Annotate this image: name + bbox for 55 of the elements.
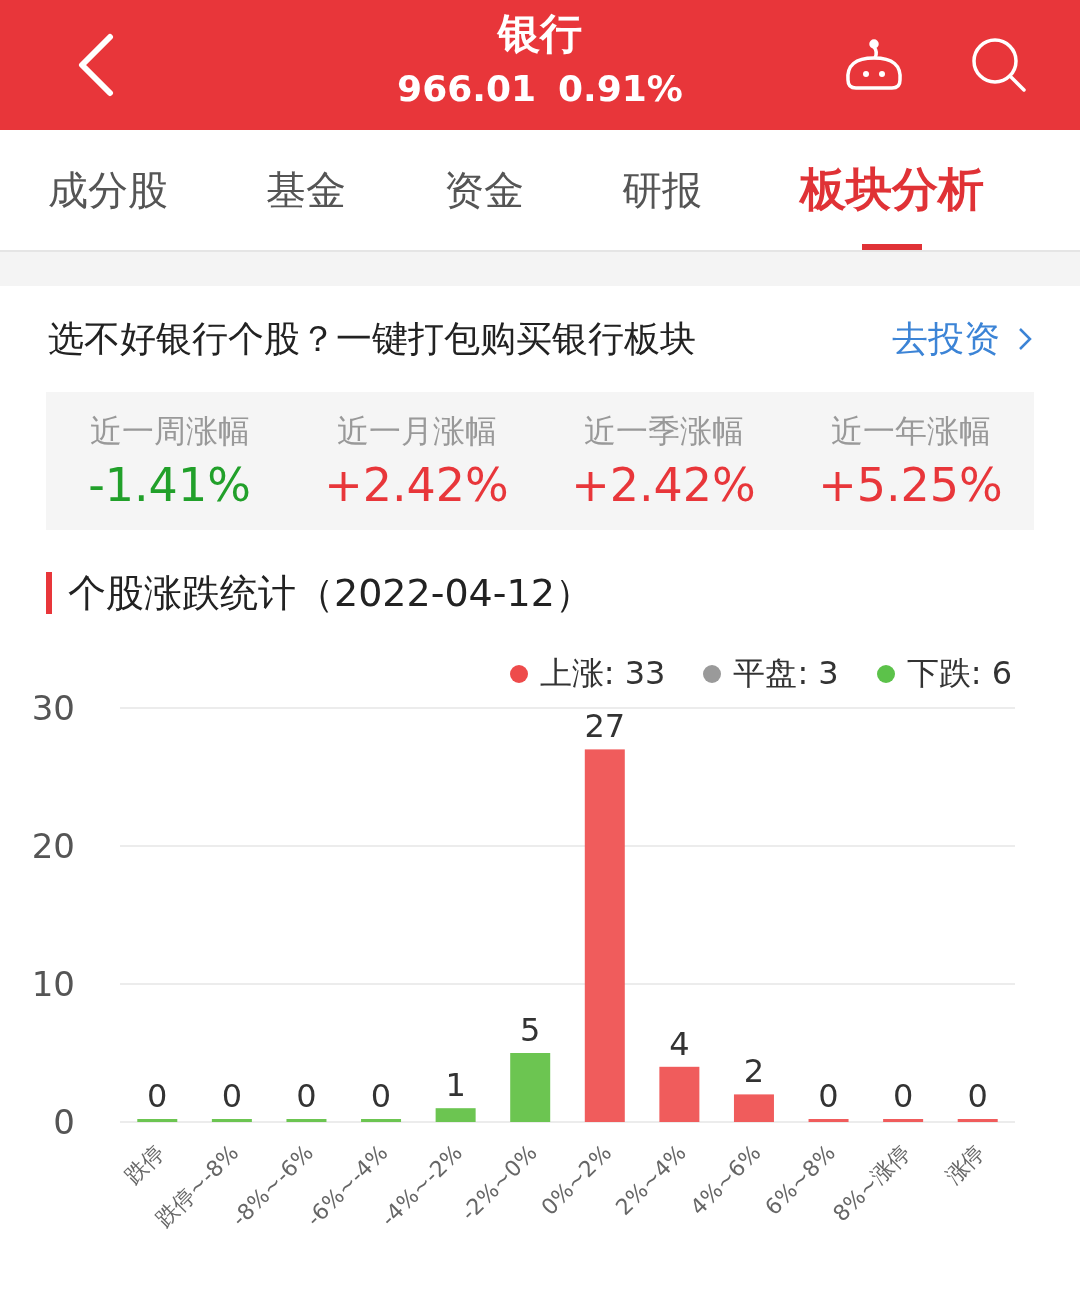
tab[interactable]: 研报 <box>622 130 702 250</box>
bar-value-label: 4 <box>669 1024 690 1063</box>
index-change: 0.91% <box>558 68 683 109</box>
period-label: 近一季涨幅 <box>583 411 744 452</box>
tab[interactable]: 资金 <box>444 130 524 250</box>
legend-label: 下跌: 6 <box>906 653 1012 694</box>
period-return: -1.41% <box>88 458 251 512</box>
bar <box>361 1119 402 1122</box>
bar <box>808 1119 849 1122</box>
bar <box>211 1119 252 1122</box>
bar <box>435 1108 476 1122</box>
invest-link[interactable]: 去投资 <box>892 314 1032 364</box>
bar <box>957 1119 998 1122</box>
index-price: 966.01 <box>397 68 536 109</box>
bar-value-label: 0 <box>370 1077 392 1115</box>
legend-label: 上涨: 33 <box>539 653 666 694</box>
axis-tick-label: 0 <box>53 1102 75 1142</box>
bar <box>286 1119 327 1122</box>
period-label: 近一月涨幅 <box>336 411 497 452</box>
bar-value-label: 2 <box>743 1052 765 1091</box>
sector-title: 银行 <box>498 8 582 60</box>
category-label: 跌停 <box>120 1139 169 1189</box>
bar-value-label: 0 <box>818 1077 839 1115</box>
tab[interactable]: 基金 <box>266 130 346 250</box>
bar <box>510 1053 551 1122</box>
bar <box>733 1094 774 1122</box>
chevron-icon <box>1018 327 1032 351</box>
search-icon[interactable] <box>970 36 1028 94</box>
bar-value-label: 0 <box>967 1077 988 1115</box>
bar-value-label: 0 <box>147 1077 168 1115</box>
category-label: 涨停 <box>940 1139 990 1189</box>
bar-value-label: 5 <box>520 1011 541 1049</box>
period-return: +5.25% <box>818 458 1003 512</box>
bar-value-label: 0 <box>296 1077 317 1115</box>
axis-tick-label: 10 <box>31 964 75 1004</box>
section-marker <box>46 572 52 614</box>
axis-tick-label: 20 <box>31 826 75 866</box>
bar-value-label: 0 <box>221 1077 243 1115</box>
tab[interactable]: 成分股 <box>48 130 168 250</box>
bar-value-label: 27 <box>584 707 626 746</box>
bar-value-label: 1 <box>445 1066 466 1105</box>
bar-value-label: 0 <box>892 1077 914 1115</box>
back-icon[interactable] <box>76 33 116 97</box>
bar <box>883 1119 924 1122</box>
promo-text: 选不好银行个股？一键打包购买银行板块 <box>48 316 696 361</box>
tab[interactable]: 板块分析 <box>800 130 984 250</box>
period-return: +2.42% <box>571 458 756 512</box>
period-return: +2.42% <box>324 458 509 512</box>
section-title: 个股涨跌统计（2022-04-12） <box>68 569 593 617</box>
bar <box>659 1066 700 1122</box>
axis-tick-label: 30 <box>31 688 75 728</box>
bar <box>137 1119 178 1122</box>
legend-label: 平盘: 3 <box>733 653 839 694</box>
period-label: 近一周涨幅 <box>89 411 250 452</box>
period-label: 近一年涨幅 <box>830 411 991 452</box>
